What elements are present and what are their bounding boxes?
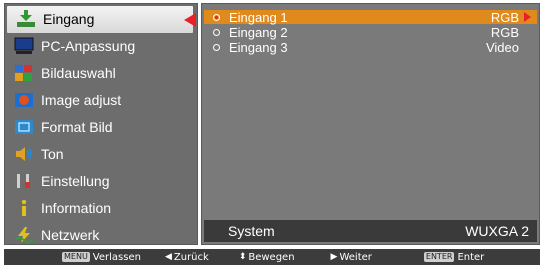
sidebar-item-label: Netzwerk xyxy=(41,227,100,244)
arrow-left-icon: ◀ xyxy=(164,252,172,262)
list-item-eingang-2[interactable]: Eingang 2 RGB xyxy=(204,24,537,40)
hint-move: ⬍ Bewegen xyxy=(239,252,295,263)
radio-icon xyxy=(213,43,220,51)
hint-back-label: Zurück xyxy=(173,251,209,263)
radio-selected-icon xyxy=(213,13,220,21)
input-name: Eingang 1 xyxy=(229,9,288,25)
system-status-bar: System WUXGA 2 xyxy=(204,220,537,242)
menu-key: MENU xyxy=(62,252,90,262)
information-icon xyxy=(13,198,35,218)
input-signal: RGB xyxy=(490,9,519,25)
sidebar-item-label: Eingang xyxy=(43,11,95,28)
hint-back: ◀ Zurück xyxy=(165,252,209,263)
image-adjust-icon xyxy=(13,90,35,110)
selection-arrow-icon xyxy=(184,13,196,27)
input-icon xyxy=(15,9,37,29)
sidebar-item-format-bild[interactable]: Format Bild xyxy=(5,114,199,141)
network-icon xyxy=(13,225,35,245)
hint-enter-label: Enter xyxy=(457,251,485,263)
screen-format-icon xyxy=(13,117,35,137)
sidebar-item-pc-anpassung[interactable]: PC-Anpassung xyxy=(5,33,199,60)
sidebar-item-label: Format Bild xyxy=(41,119,113,136)
sidebar-item-label: Ton xyxy=(41,146,64,163)
input-signal: RGB xyxy=(490,24,519,40)
sidebar-item-image-adjust[interactable]: Image adjust xyxy=(5,87,199,114)
hint-enter: ENTER Enter xyxy=(423,251,485,263)
enter-key: ENTER xyxy=(423,252,455,262)
radio-icon xyxy=(213,28,220,36)
input-list-panel: Eingang 1 RGB Eingang 2 RGB Eingang 3 Vi… xyxy=(201,3,540,245)
input-signal: Video xyxy=(485,39,519,55)
input-name: Eingang 3 xyxy=(229,39,288,55)
list-item-eingang-3[interactable]: Eingang 3 Video xyxy=(204,39,537,55)
hint-move-label: Bewegen xyxy=(248,251,295,263)
system-value: WUXGA 2 xyxy=(465,223,529,239)
sidebar-item-label: Einstellung xyxy=(41,173,110,190)
system-label: System xyxy=(228,223,275,239)
sound-icon xyxy=(13,144,35,164)
sidebar-item-label: Information xyxy=(41,200,112,217)
image-select-icon xyxy=(13,63,35,83)
sidebar-item-label: Bildauswahl xyxy=(41,65,116,82)
sidebar-item-information[interactable]: Information xyxy=(5,195,199,222)
sidebar-item-netzwerk[interactable]: Netzwerk xyxy=(5,222,199,249)
key-hint-bar: MENU Verlassen ◀ Zurück ⬍ Bewegen ▶ Weit… xyxy=(4,249,540,265)
pc-adjust-icon xyxy=(13,36,35,56)
sidebar-item-bildauswahl[interactable]: Bildauswahl xyxy=(5,60,199,87)
sidebar-item-ton[interactable]: Ton xyxy=(5,141,199,168)
input-name: Eingang 2 xyxy=(229,24,288,40)
arrow-up-down-icon: ⬍ xyxy=(238,252,247,262)
hint-exit: MENU Verlassen xyxy=(62,252,141,263)
hint-next: ▶ Weiter xyxy=(331,252,372,263)
sidebar-item-label: PC-Anpassung xyxy=(41,38,136,55)
sidebar-item-einstellung[interactable]: Einstellung xyxy=(5,168,199,195)
submenu-arrow-icon xyxy=(524,12,531,22)
setting-icon xyxy=(13,171,35,191)
list-item-eingang-1[interactable]: Eingang 1 RGB xyxy=(204,9,537,25)
hint-exit-label: Verlassen xyxy=(92,251,141,263)
sidebar-item-eingang[interactable]: Eingang xyxy=(7,6,196,33)
hint-next-label: Weiter xyxy=(339,251,372,263)
arrow-right-icon: ▶ xyxy=(330,252,338,262)
sidebar-item-label: Image adjust xyxy=(41,92,122,109)
projector-menu: Eingang PC-Anpassung Bildauswahl Image a… xyxy=(0,0,544,267)
sidebar: Eingang PC-Anpassung Bildauswahl Image a… xyxy=(4,3,198,245)
